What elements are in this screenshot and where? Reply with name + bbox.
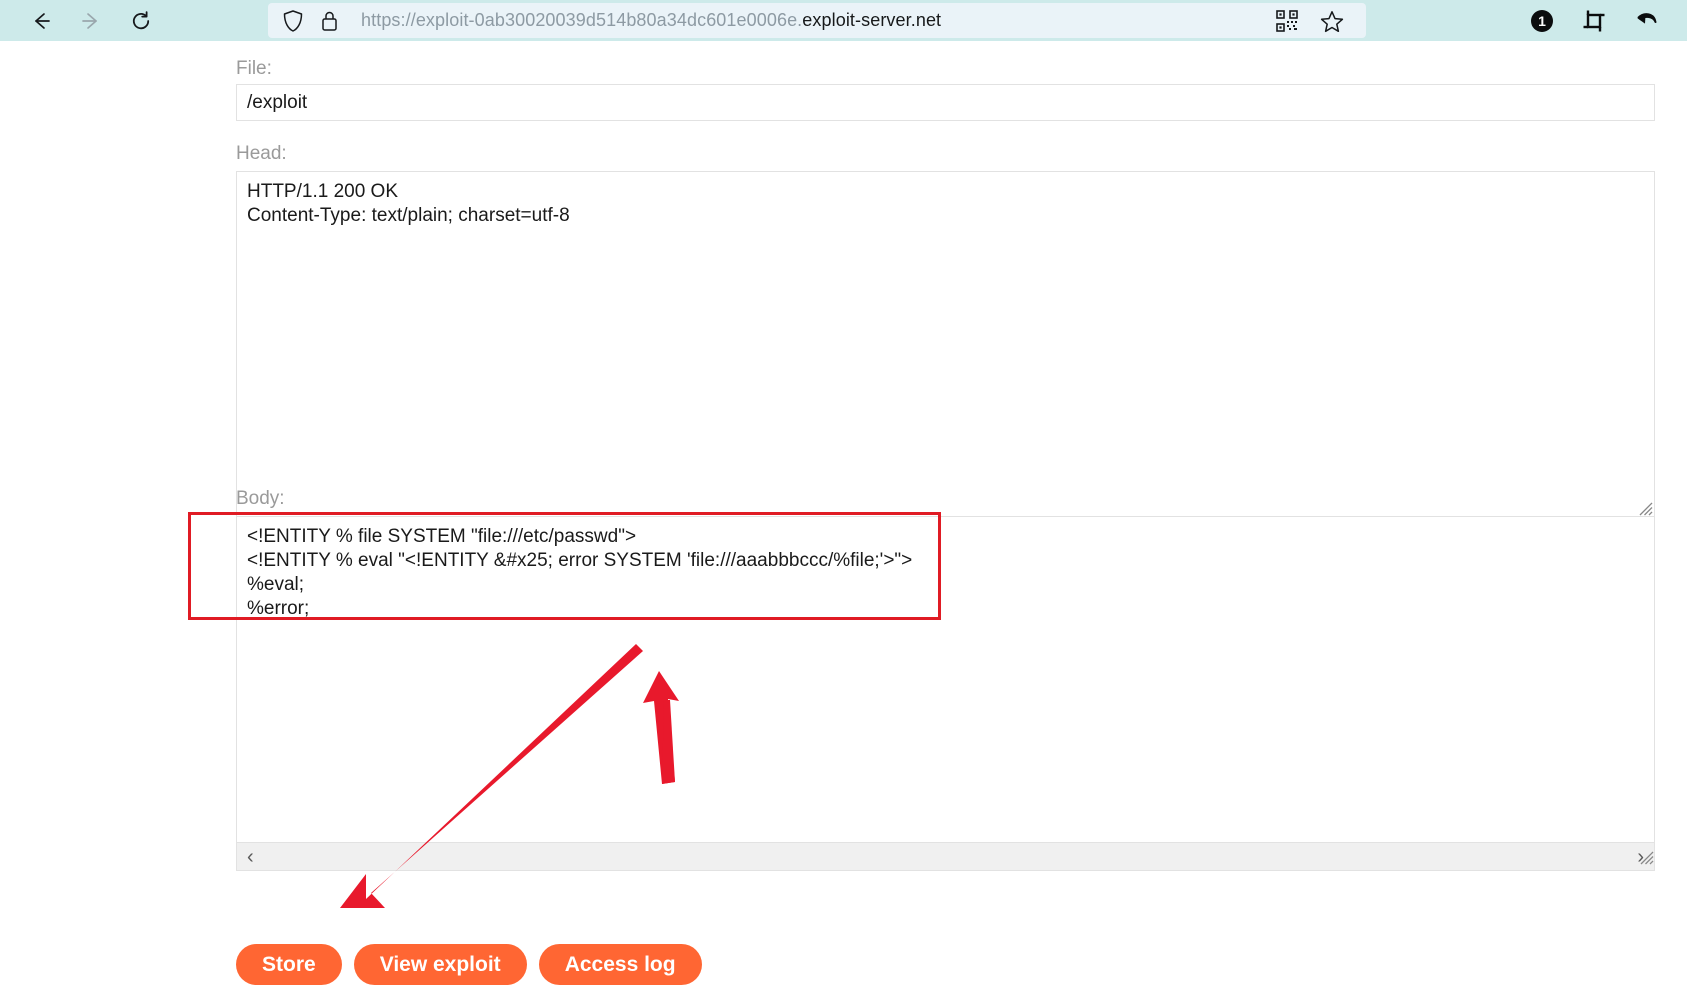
star-icon[interactable] — [1320, 10, 1344, 38]
arrow-left-icon — [30, 10, 52, 32]
store-button[interactable]: Store — [236, 944, 342, 985]
shield-icon[interactable] — [282, 9, 304, 33]
notification-badge-count: 1 — [1538, 13, 1546, 29]
browser-toolbar: https://exploit-0ab30020039d514b80a34dc6… — [0, 0, 1687, 41]
lock-icon[interactable] — [320, 9, 339, 33]
file-input[interactable] — [236, 84, 1655, 121]
crop-icon[interactable] — [1582, 9, 1606, 33]
forward-button[interactable] — [72, 2, 110, 40]
back-button[interactable] — [22, 2, 60, 40]
url-prefix: https://exploit-0ab30020039d514b80a34dc6… — [361, 10, 803, 30]
url-domain: exploit-server.net — [802, 10, 942, 30]
reload-button[interactable] — [122, 2, 160, 40]
body-label: Body: — [236, 488, 285, 509]
scroll-right-arrow-icon[interactable]: › — [1627, 847, 1654, 867]
exploit-server-form: File: Head: Body: ‹ › Store View exploit… — [0, 41, 1687, 985]
notification-badge[interactable]: 1 — [1530, 9, 1554, 33]
url-text: https://exploit-0ab30020039d514b80a34dc6… — [361, 10, 941, 31]
form-actions: Store View exploit Access log — [236, 944, 702, 985]
access-log-button[interactable]: Access log — [538, 944, 702, 985]
browser-extension-actions: 1 — [1530, 0, 1687, 41]
arrow-right-icon — [80, 10, 102, 32]
address-bar[interactable]: https://exploit-0ab30020039d514b80a34dc6… — [268, 3, 1366, 38]
undo-arrow-icon[interactable] — [1634, 9, 1659, 33]
body-horizontal-scrollbar[interactable]: ‹ › — [236, 843, 1655, 871]
body-textarea[interactable] — [236, 516, 1655, 843]
qr-code-icon[interactable] — [1276, 10, 1298, 37]
head-textarea[interactable] — [236, 171, 1655, 518]
view-exploit-button[interactable]: View exploit — [353, 944, 527, 985]
file-label: File: — [236, 58, 272, 79]
head-label: Head: — [236, 143, 287, 164]
scroll-left-arrow-icon[interactable]: ‹ — [237, 847, 264, 867]
reload-icon — [129, 9, 153, 33]
